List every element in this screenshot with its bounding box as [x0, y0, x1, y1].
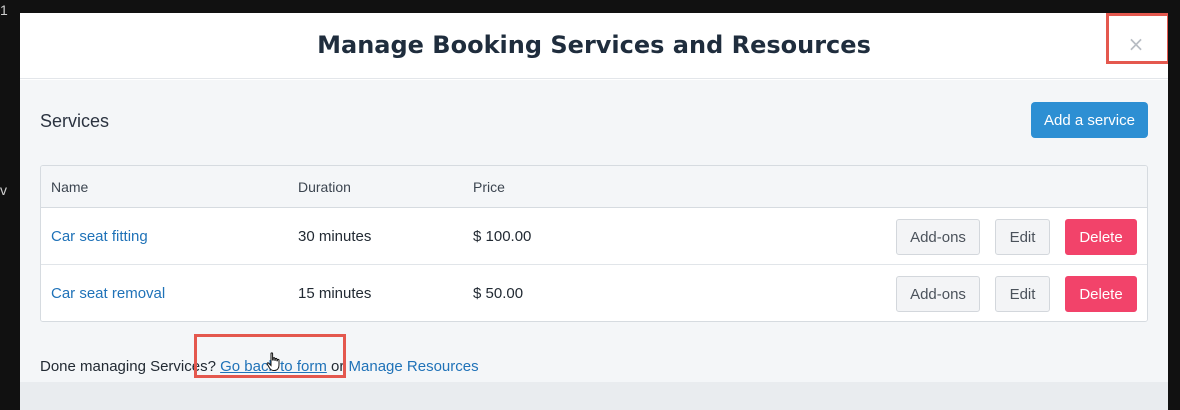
column-header-duration: Duration: [298, 179, 351, 195]
table-header: Name Duration Price: [41, 166, 1147, 208]
service-name-link[interactable]: Car seat removal: [51, 285, 165, 302]
service-price: $ 100.00: [473, 228, 532, 245]
addons-button[interactable]: Add-ons: [896, 219, 980, 255]
footer-help-text: Done managing Services? Go back to form …: [40, 358, 479, 375]
footer-prefix: Done managing Services?: [40, 358, 216, 375]
modal-body: Services Add a service Name Duration Pri…: [20, 80, 1168, 382]
modal-footer: [20, 382, 1168, 410]
service-price: $ 50.00: [473, 285, 524, 302]
manage-resources-link[interactable]: Manage Resources: [349, 358, 479, 375]
delete-button[interactable]: Delete: [1065, 219, 1137, 255]
modal-header: Manage Booking Services and Resources ×: [20, 13, 1168, 79]
edit-button[interactable]: Edit: [995, 276, 1050, 312]
section-title: Services: [40, 111, 110, 131]
go-back-to-form-link[interactable]: Go back to form: [220, 358, 327, 375]
close-icon: ×: [1127, 32, 1145, 56]
backdrop-fragment: 1: [0, 2, 8, 18]
table-row: Car seat fitting 30 minutes $ 100.00 Add…: [41, 208, 1147, 265]
footer-or: or: [331, 358, 345, 375]
column-header-name: Name: [51, 179, 89, 195]
backdrop-fragment: v: [0, 182, 7, 198]
service-name-link[interactable]: Car seat fitting: [51, 228, 148, 245]
close-button[interactable]: ×: [1116, 26, 1156, 62]
table-row: Car seat removal 15 minutes $ 50.00 Add-…: [41, 265, 1147, 321]
addons-button[interactable]: Add-ons: [896, 276, 980, 312]
services-table: Name Duration Price Car seat fitting 30 …: [40, 165, 1148, 322]
service-duration: 30 minutes: [298, 228, 372, 245]
manage-services-modal: Manage Booking Services and Resources × …: [20, 13, 1168, 410]
delete-button[interactable]: Delete: [1065, 276, 1137, 312]
modal-title: Manage Booking Services and Resources: [317, 31, 871, 59]
service-duration: 15 minutes: [298, 285, 372, 302]
add-service-button[interactable]: Add a service: [1031, 102, 1148, 138]
edit-button[interactable]: Edit: [995, 219, 1050, 255]
column-header-price: Price: [473, 179, 505, 195]
